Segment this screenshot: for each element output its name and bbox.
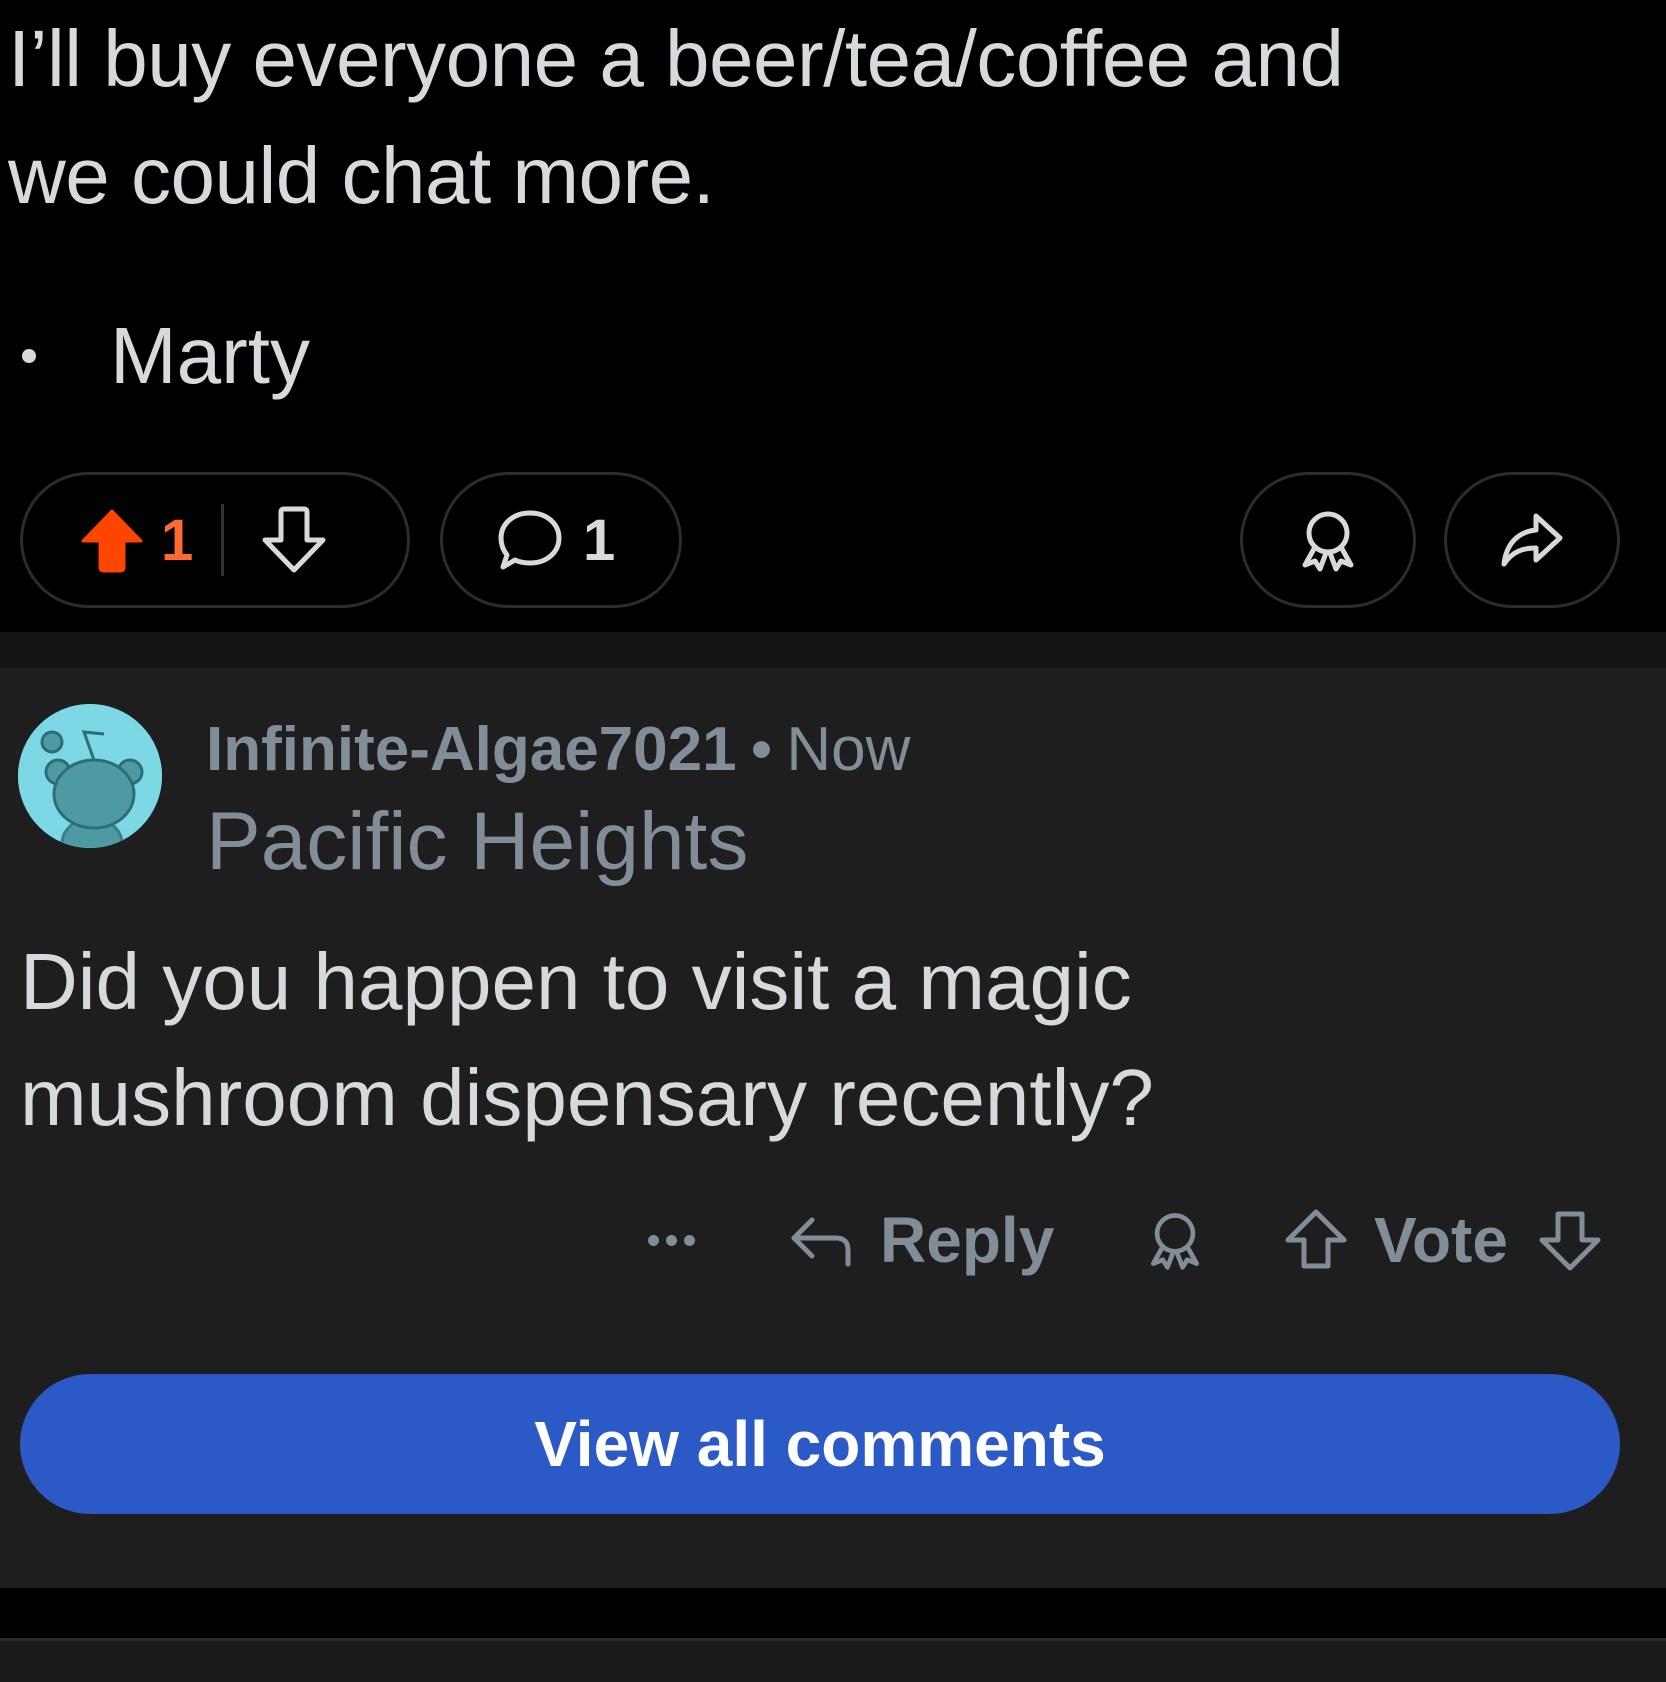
- upvote-count: 1: [161, 507, 194, 573]
- vote-divider: [221, 504, 225, 576]
- speech-bubble-icon: [498, 510, 562, 570]
- reply-label: Reply: [880, 1204, 1055, 1276]
- post-body-line: we could chat more.: [8, 131, 715, 220]
- bullet-icon: [22, 349, 36, 363]
- post-signoff: Marty: [14, 306, 310, 406]
- meta-separator: •: [750, 715, 773, 784]
- ellipsis-icon: [666, 1234, 677, 1246]
- comment-meta: Infinite-Algae7021 • Now: [206, 712, 910, 788]
- post-body: I’ll buy everyone a beer/tea/coffee and …: [8, 0, 1648, 234]
- signoff-text: Marty: [110, 311, 310, 400]
- share-button[interactable]: [1444, 472, 1620, 608]
- comments-button[interactable]: 1: [440, 472, 682, 608]
- award-ribbon-icon: [1302, 511, 1354, 572]
- award-button[interactable]: [1240, 472, 1416, 608]
- section-separator: [0, 632, 1666, 668]
- reddit-thread-view: I’ll buy everyone a beer/tea/coffee and …: [0, 0, 1666, 1682]
- post-action-bar: 1 1: [0, 472, 1666, 612]
- vote-label: Vote: [1374, 1204, 1508, 1276]
- avatar[interactable]: [18, 704, 162, 848]
- award-ribbon-icon: [1150, 1213, 1200, 1270]
- comment-username[interactable]: Infinite-Algae7021: [206, 715, 737, 784]
- comment-action-bar: Reply Vote: [0, 1190, 1666, 1290]
- reply-arrow-icon: [791, 1217, 851, 1267]
- vote-control: 1: [20, 472, 410, 608]
- comment-timestamp: Now: [786, 715, 911, 784]
- share-arrow-icon: [1501, 513, 1563, 567]
- more-options-button[interactable]: [648, 1190, 702, 1290]
- view-all-comments-button[interactable]: View all comments: [20, 1374, 1620, 1514]
- comment-vote-control: Vote: [1282, 1190, 1604, 1290]
- next-content-card: [0, 1638, 1666, 1682]
- post-body-line: I’ll buy everyone a beer/tea/coffee and: [8, 14, 1344, 103]
- comment-body-line: Did you happen to visit a magic: [20, 937, 1132, 1026]
- snoo-avatar-icon: [18, 704, 162, 848]
- comment-body-line: mushroom dispensary recently?: [20, 1053, 1154, 1142]
- downvote-arrow-icon[interactable]: [258, 504, 330, 576]
- comment-body: Did you happen to visit a magic mushroom…: [20, 924, 1640, 1156]
- upvote-arrow-icon[interactable]: [77, 505, 147, 575]
- upvote-arrow-icon[interactable]: [1282, 1206, 1350, 1274]
- comment-award-button[interactable]: [1142, 1190, 1208, 1290]
- user-flair: Pacific Heights: [206, 796, 749, 887]
- ellipsis-icon: [648, 1234, 659, 1246]
- ellipsis-icon: [684, 1234, 695, 1246]
- reply-button[interactable]: Reply: [786, 1190, 1054, 1290]
- downvote-arrow-icon[interactable]: [1536, 1206, 1604, 1274]
- comment-count: 1: [583, 507, 616, 573]
